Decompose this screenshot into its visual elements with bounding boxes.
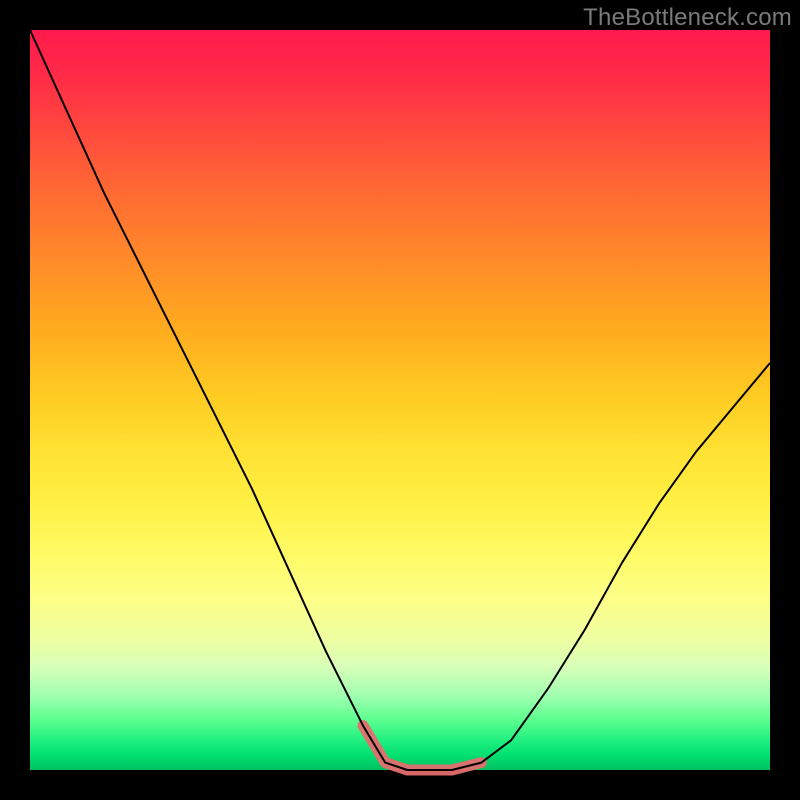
- plot-area: [30, 30, 770, 770]
- highlighted-flat-region: [363, 726, 481, 770]
- chart-svg: [30, 30, 770, 770]
- bottleneck-curve: [30, 30, 770, 770]
- watermark-text: TheBottleneck.com: [583, 4, 792, 32]
- chart-frame: TheBottleneck.com: [0, 0, 800, 800]
